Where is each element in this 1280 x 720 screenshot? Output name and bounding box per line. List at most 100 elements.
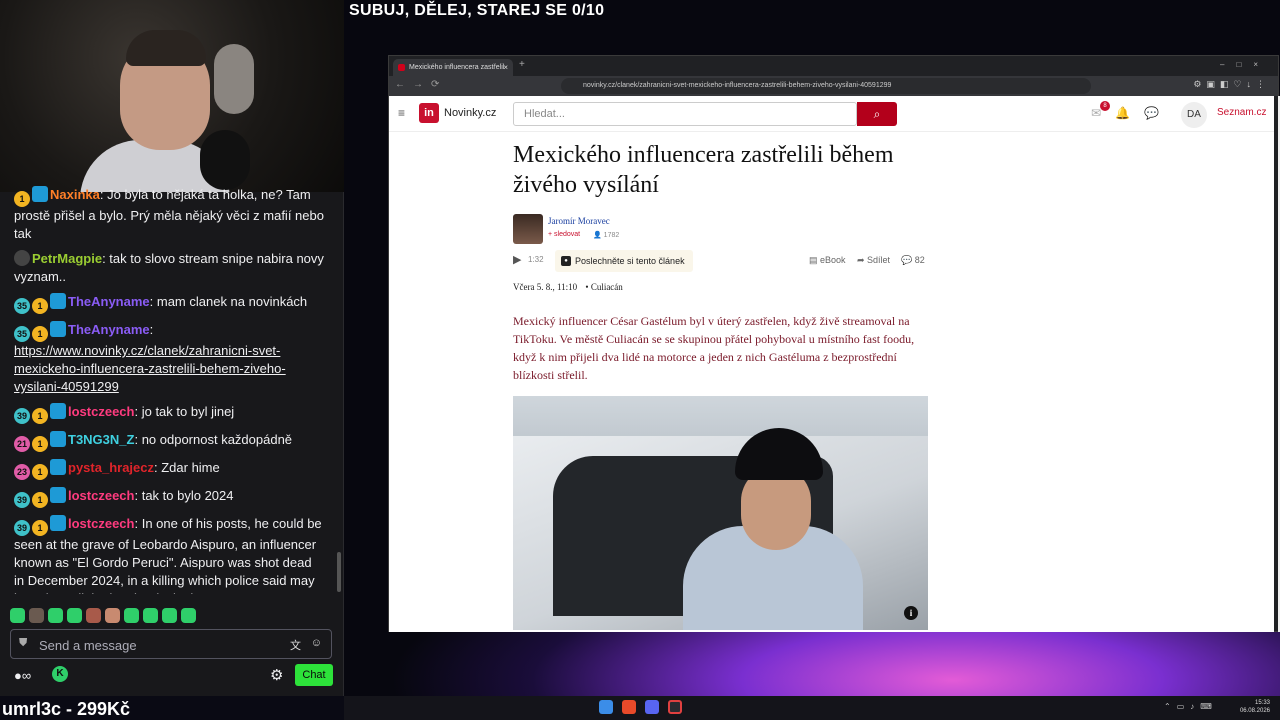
subscriber-badge-icon[interactable]: 1 xyxy=(32,326,48,342)
chat-link[interactable]: https://www.novinky.cz/clanek/zahranicni… xyxy=(14,343,286,394)
emote-icon[interactable] xyxy=(10,608,25,623)
comments-button[interactable]: 💬 82 xyxy=(901,255,925,266)
microphone xyxy=(200,130,250,190)
site-logo-text[interactable]: Novinky.cz xyxy=(444,107,496,119)
badge-icon[interactable] xyxy=(50,403,66,419)
emote-icon[interactable] xyxy=(29,608,44,623)
brave-browser-icon[interactable] xyxy=(622,700,636,714)
browser-tab[interactable]: Mexického influencera zastřelil × xyxy=(393,59,513,76)
channel-points[interactable]: ●∞ xyxy=(14,668,31,683)
chat-scrollbar[interactable] xyxy=(337,552,341,592)
subscriber-badge-icon[interactable]: 1 xyxy=(32,436,48,452)
subscriber-badge-icon[interactable]: 1 xyxy=(32,464,48,480)
play-icon[interactable]: ▶ xyxy=(513,253,521,266)
subscriber-badge-icon[interactable]: 35 xyxy=(14,326,30,342)
close-tab-icon[interactable]: × xyxy=(503,59,508,76)
points-icon[interactable]: K xyxy=(52,666,68,682)
chat-username[interactable]: TheAnyname xyxy=(68,322,150,337)
gear-icon[interactable]: ⚙ xyxy=(270,666,283,684)
avatar[interactable]: DA xyxy=(1181,102,1207,128)
chat-message-input[interactable] xyxy=(39,634,269,656)
subscriber-badge-icon[interactable]: 39 xyxy=(14,408,30,424)
chat-username[interactable]: lostczeech xyxy=(68,404,134,419)
author-photo[interactable] xyxy=(513,214,543,244)
share-button[interactable]: ➦ Sdílet xyxy=(857,255,890,266)
shield-icon[interactable]: ⛊ xyxy=(19,637,27,650)
chat-username[interactable]: T3NG3N_Z xyxy=(68,432,134,447)
followers-count: 👤 1782 xyxy=(593,232,620,239)
badge-icon[interactable] xyxy=(50,293,66,309)
subscriber-badge-icon[interactable]: 23 xyxy=(14,464,30,480)
subscriber-badge-icon[interactable]: 21 xyxy=(14,436,30,452)
listen-label: Poslechněte si tento článek xyxy=(575,256,685,266)
place-label: Culiacán xyxy=(590,282,623,292)
ebook-label: eBook xyxy=(820,255,846,265)
badge-icon[interactable] xyxy=(50,321,66,337)
emote-icon[interactable] xyxy=(124,608,139,623)
chat-username[interactable]: TheAnyname xyxy=(68,294,150,309)
favicon-icon xyxy=(398,64,405,71)
clock[interactable]: 15:33 06.08.2026 xyxy=(1240,699,1270,715)
new-tab-icon[interactable]: + xyxy=(519,59,525,70)
emote-icon[interactable] xyxy=(162,608,177,623)
article-headline: Mexického influencera zastřelili během ž… xyxy=(513,142,894,198)
subscriber-badge-icon[interactable]: 1 xyxy=(32,520,48,536)
window-controls[interactable]: –□× xyxy=(1220,60,1270,69)
emote-icon[interactable] xyxy=(67,608,82,623)
translate-icon[interactable]: 文 xyxy=(290,637,301,653)
info-icon[interactable]: i xyxy=(904,606,918,620)
emote-icon[interactable] xyxy=(48,608,63,623)
emoji-icon[interactable]: ☺ xyxy=(311,637,322,649)
background-figure xyxy=(214,44,254,114)
subscriber-badge-icon[interactable]: 1 xyxy=(14,191,30,207)
search-button[interactable]: ⌕ xyxy=(857,102,897,126)
system-tray[interactable]: ⌃▭♪⌨ xyxy=(1164,702,1218,711)
extension-icons[interactable]: ⚙▣◧♡↓⋮ xyxy=(1193,79,1270,90)
subscriber-badge-icon[interactable]: 1 xyxy=(32,298,48,314)
emote-icon[interactable] xyxy=(105,608,120,623)
chat-message: 35 1 TheAnyname: https://www.novinky.cz/cla… xyxy=(14,321,324,396)
emote-icon[interactable] xyxy=(86,608,101,623)
subscriber-badge-icon[interactable]: 35 xyxy=(14,298,30,314)
subscriber-badge-icon[interactable]: 1 xyxy=(32,408,48,424)
chat-username[interactable]: pysta_hrajecz xyxy=(68,460,154,475)
discord-icon[interactable] xyxy=(645,700,659,714)
obs-icon[interactable] xyxy=(668,700,682,714)
chat-message-text: : mam clanek na novinkách xyxy=(149,294,308,309)
windows-start-icon[interactable] xyxy=(599,700,613,714)
listen-button[interactable]: ● Poslechněte si tento článek xyxy=(555,250,693,272)
author-name[interactable]: Jaromír Moravec xyxy=(548,216,610,226)
badge-icon[interactable] xyxy=(14,250,30,266)
article-photo[interactable]: i xyxy=(513,396,928,630)
site-search-input[interactable]: Hledat... xyxy=(513,102,857,126)
follow-button[interactable]: + sledovat xyxy=(548,231,580,238)
chat-input-box[interactable]: ⛊ 文 ☺ xyxy=(10,629,332,659)
price-banner: umrl3c - 299Kč xyxy=(2,699,131,719)
emote-icon[interactable] xyxy=(143,608,158,623)
article-place[interactable]: • Culiacán xyxy=(585,282,622,292)
emote-icon[interactable] xyxy=(181,608,196,623)
chat-username[interactable]: lostczeech xyxy=(68,488,134,503)
nav-buttons[interactable]: ←→⟳ xyxy=(395,79,447,90)
badge-icon[interactable] xyxy=(50,459,66,475)
audio-row: ▶ 1:32 ● Poslechněte si tento článek ▤ e… xyxy=(513,250,933,272)
url-field[interactable]: novinky.cz/clanek/zahranicni-svet-mexick… xyxy=(561,78,1091,94)
badge-icon[interactable] xyxy=(32,186,48,202)
badge-icon[interactable] xyxy=(50,515,66,531)
subscriber-badge-icon[interactable]: 39 xyxy=(14,520,30,536)
chat-send-button[interactable]: Chat xyxy=(295,664,333,686)
menu-icon[interactable]: ≡ xyxy=(398,106,405,120)
chat-messages: 1 Naxinka: Jo byla to nějaká ta holka, ne… xyxy=(0,186,336,594)
badge-icon[interactable] xyxy=(50,487,66,503)
address-bar: ←→⟳ novinky.cz/clanek/zahranicni-svet-me… xyxy=(389,76,1278,96)
chat-message-text: : no odpornost každopádně xyxy=(134,432,293,447)
badge-icon[interactable] xyxy=(50,431,66,447)
subscriber-badge-icon[interactable]: 39 xyxy=(14,492,30,508)
chat-username[interactable]: lostczeech xyxy=(68,516,134,531)
subscriber-badge-icon[interactable]: 1 xyxy=(32,492,48,508)
chat-username[interactable]: PetrMagpie xyxy=(32,251,102,266)
seznam-link[interactable]: Seznam.cz xyxy=(1217,107,1266,118)
logo-icon[interactable]: in xyxy=(419,103,439,123)
chat-username[interactable]: Naxinka xyxy=(50,187,100,202)
ebook-button[interactable]: ▤ eBook xyxy=(809,255,846,266)
